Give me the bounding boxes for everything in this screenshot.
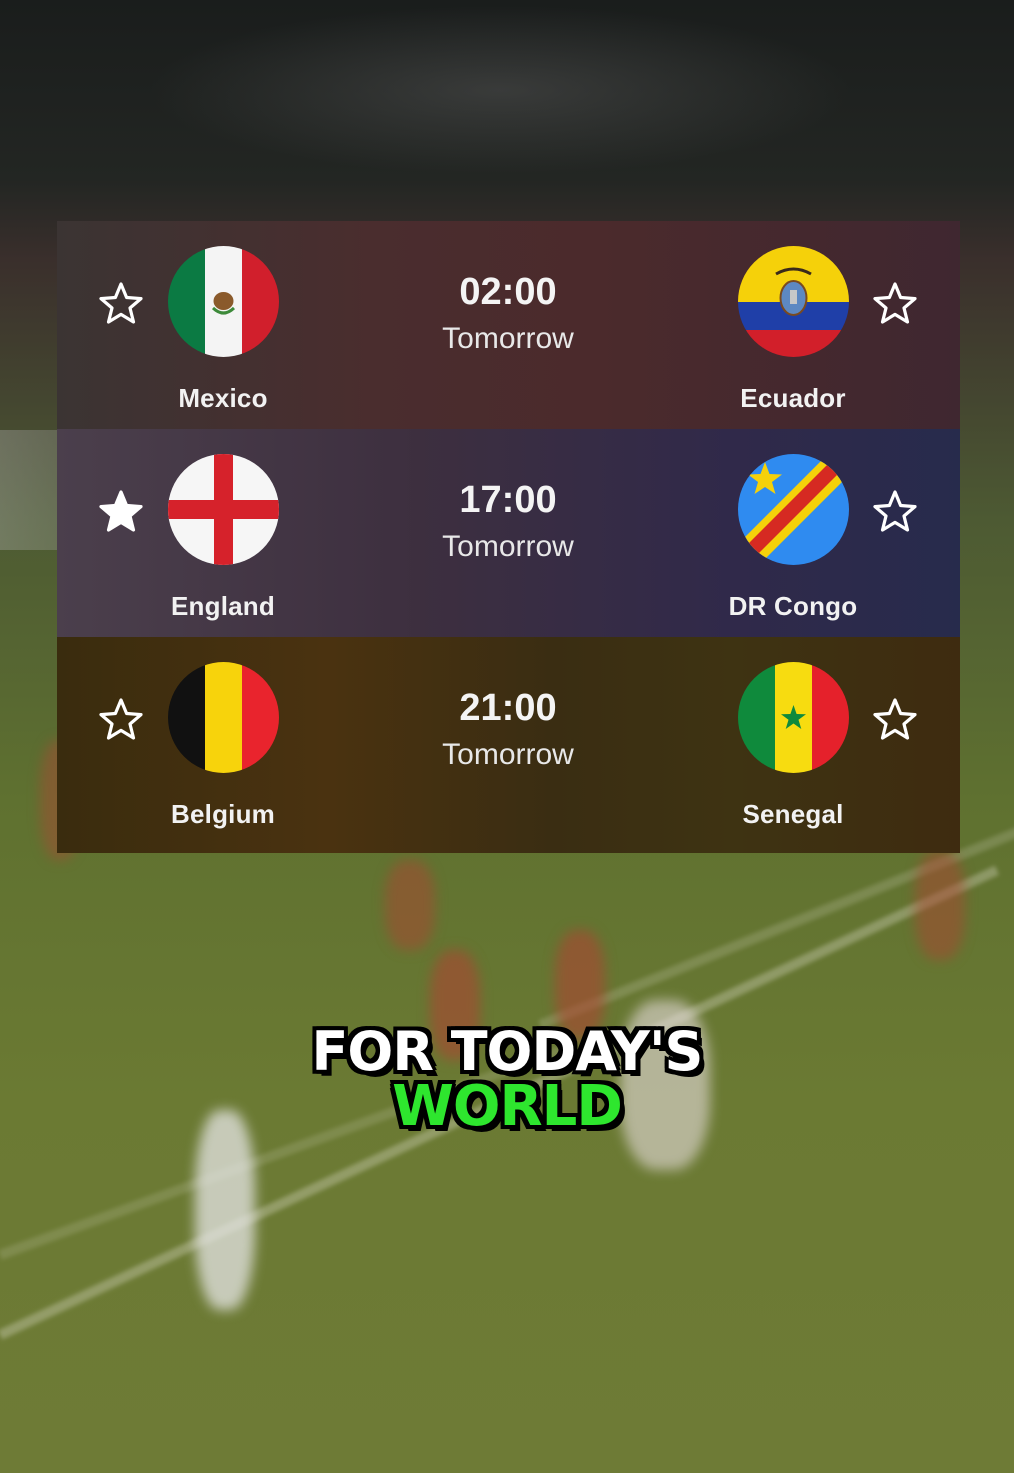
favorite-star-filled-icon[interactable] bbox=[99, 489, 143, 533]
favorite-star-icon[interactable] bbox=[99, 697, 143, 741]
favorite-star-icon[interactable] bbox=[873, 281, 917, 325]
england-flag-icon bbox=[168, 454, 279, 565]
home-team-name: Belgium bbox=[171, 799, 275, 829]
favorite-star-icon[interactable] bbox=[99, 281, 143, 325]
match-day: Tomorrow bbox=[442, 322, 574, 355]
player-figure bbox=[195, 1110, 255, 1310]
away-team-name: Senegal bbox=[742, 799, 844, 829]
away-team-name: DR Congo bbox=[728, 591, 858, 621]
away-team-name: Ecuador bbox=[740, 383, 846, 413]
home-team-name: Mexico bbox=[178, 383, 268, 413]
match-row[interactable]: Mexico 02:00 Tomorrow Ecuador bbox=[57, 221, 960, 429]
matches-panel: Mexico 02:00 Tomorrow Ecuador England 17… bbox=[57, 221, 960, 853]
match-time: 21:00 bbox=[459, 687, 557, 729]
home-team-name: England bbox=[171, 591, 275, 621]
favorite-star-icon[interactable] bbox=[873, 489, 917, 533]
senegal-flag-icon bbox=[738, 662, 849, 773]
belgium-flag-icon bbox=[168, 662, 279, 773]
player-figure bbox=[385, 860, 435, 950]
mexico-flag-icon bbox=[168, 246, 279, 357]
caption-line-2: WORLD bbox=[392, 1074, 623, 1139]
match-row[interactable]: England 17:00 Tomorrow DR Congo bbox=[57, 429, 960, 637]
dr-congo-flag-icon bbox=[738, 454, 849, 565]
player-figure bbox=[915, 850, 965, 960]
favorite-star-icon[interactable] bbox=[873, 697, 917, 741]
match-time: 02:00 bbox=[459, 271, 557, 313]
match-day: Tomorrow bbox=[442, 738, 574, 771]
match-row[interactable]: Belgium 21:00 Tomorrow Senegal bbox=[57, 637, 960, 853]
ecuador-flag-icon bbox=[738, 246, 849, 357]
match-day: Tomorrow bbox=[442, 530, 574, 563]
match-time: 17:00 bbox=[459, 479, 557, 521]
